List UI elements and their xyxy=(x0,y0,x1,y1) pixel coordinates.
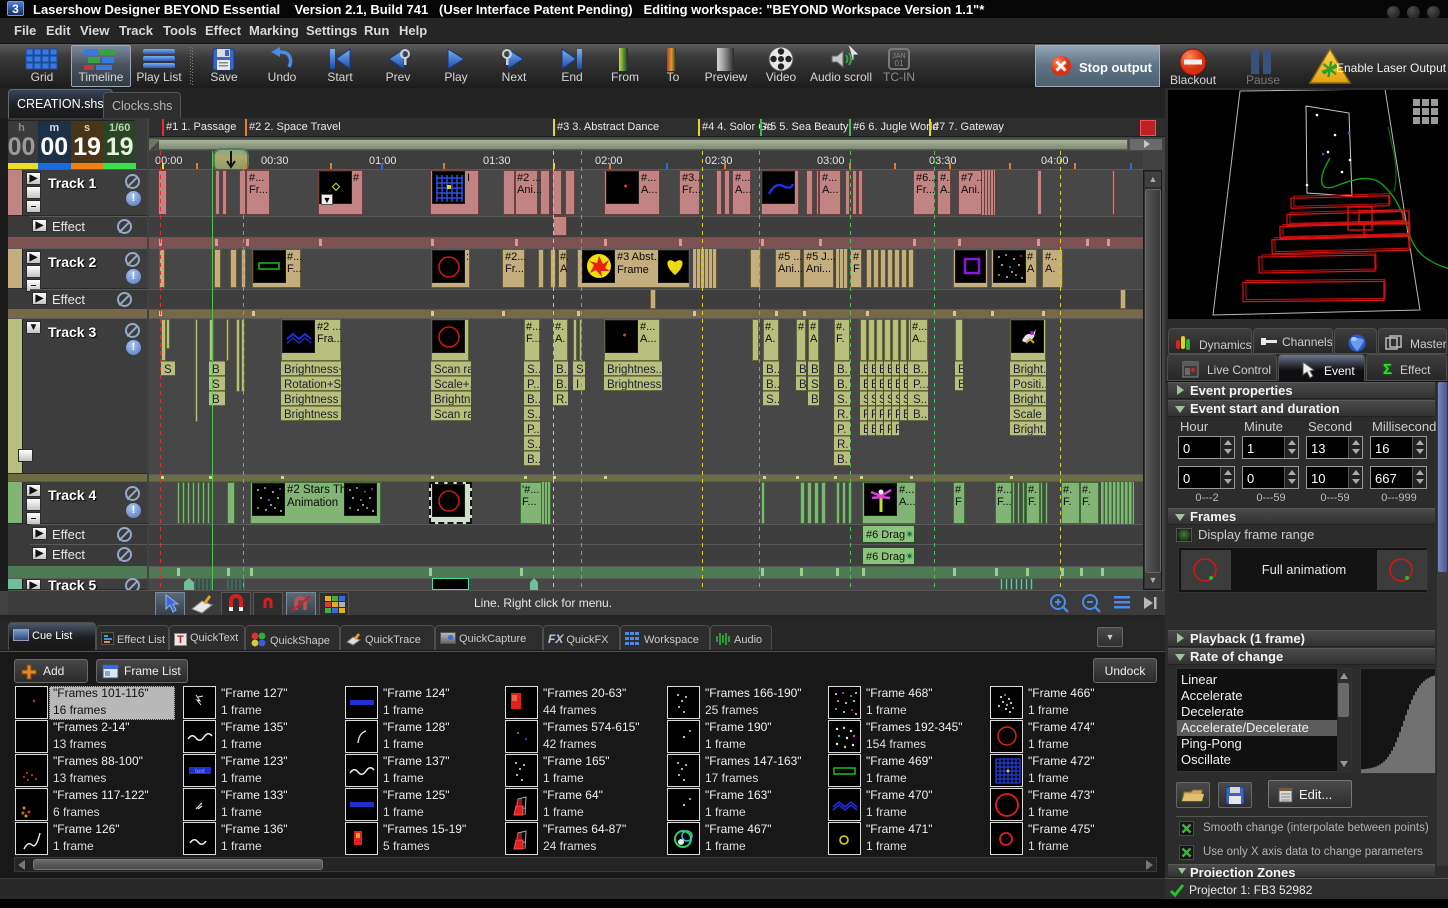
svg-text:01: 01 xyxy=(895,59,904,68)
svg-text:text: text xyxy=(195,769,205,775)
